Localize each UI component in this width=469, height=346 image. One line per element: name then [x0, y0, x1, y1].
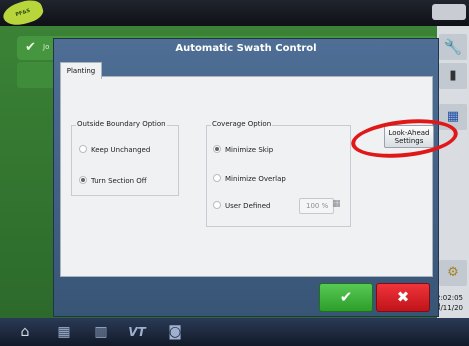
tab-content-panel: Outside Boundary Option Keep Unchanged T… [60, 76, 460, 277]
gear-icon[interactable]: ⚙ [439, 260, 467, 286]
swath-control-dialog: Automatic Swath Control Outside Boundary… [53, 38, 460, 317]
coverage-group-title: Coverage Option [211, 120, 273, 128]
background-row-text: Jo [43, 43, 50, 51]
ok-button[interactable]: ✔ [319, 283, 373, 312]
radio-turn-section-off[interactable]: Turn Section Off [79, 176, 147, 185]
radio-button[interactable] [213, 174, 221, 182]
radio-keep-unchanged[interactable]: Keep Unchanged [79, 145, 150, 154]
coverage-option-group: Coverage Option Minimize Skip Minimize O… [206, 120, 351, 227]
check-icon: ✔ [25, 40, 36, 55]
grid-icon[interactable]: ▦ [53, 321, 75, 344]
calculator-icon[interactable]: ▦ [332, 199, 341, 209]
chart-icon[interactable]: ▥ [90, 321, 112, 344]
radio-button[interactable] [79, 145, 87, 153]
radio-minimize-skip[interactable]: Minimize Skip [213, 145, 273, 154]
radio-label: Minimize Skip [225, 146, 274, 154]
vt-icon[interactable]: VT [126, 321, 148, 344]
radio-label: User Defined [225, 202, 271, 210]
radio-user-defined[interactable]: User Defined [213, 201, 270, 210]
user-defined-percent-field[interactable]: 100 % [299, 198, 334, 214]
top-status-bar [0, 0, 469, 26]
top-right-button[interactable] [432, 4, 466, 20]
dialog-title: Automatic Swath Control [175, 43, 317, 54]
radio-button-selected[interactable] [213, 145, 221, 153]
home-icon[interactable]: ⌂ [14, 321, 36, 344]
radio-label: Keep Unchanged [91, 146, 151, 154]
wrench-icon[interactable]: 🔧 [439, 34, 467, 60]
clock-date: 3/11/20 [436, 304, 463, 312]
radio-button-selected[interactable] [79, 176, 87, 184]
boundary-group-title: Outside Boundary Option [76, 120, 167, 128]
radio-label: Turn Section Off [91, 177, 147, 185]
boundary-option-group: Outside Boundary Option Keep Unchanged T… [71, 120, 179, 196]
camera-icon[interactable]: ◙ [164, 321, 186, 344]
cancel-button[interactable]: ✖ [376, 283, 430, 312]
tab-planting[interactable]: Planting [60, 62, 102, 79]
radio-button[interactable] [213, 201, 221, 209]
radio-minimize-overlap[interactable]: Minimize Overlap [213, 174, 286, 183]
tractor-icon[interactable]: ▮ [439, 63, 467, 89]
radio-label: Minimize Overlap [225, 175, 286, 183]
